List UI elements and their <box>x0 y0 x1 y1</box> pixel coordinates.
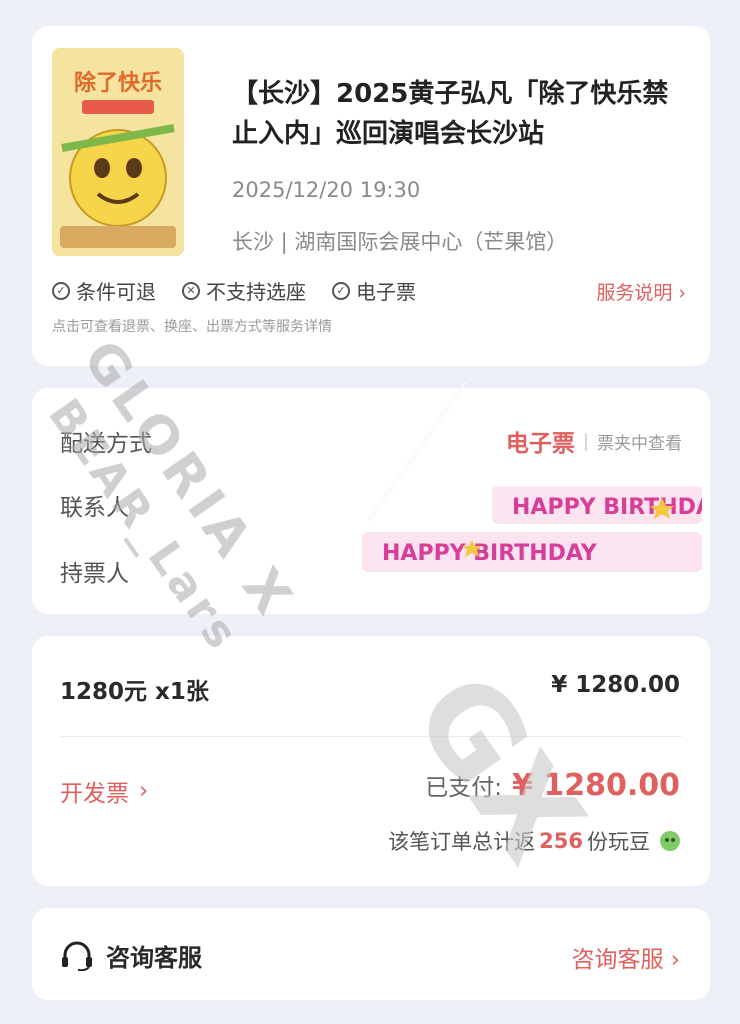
service-subtitle: 点击可查看退票、换座、出票方式等服务详情 <box>52 319 332 335</box>
delivery-method: 电子票 <box>505 431 575 457</box>
invoice-button[interactable]: 开发票 › <box>60 774 148 808</box>
headset-icon <box>62 941 92 971</box>
divider <box>60 736 682 737</box>
customer-service-title: 咨询客服 <box>60 938 202 973</box>
paid-label: 已支付: <box>425 775 503 801</box>
feature-refundable: ✓ 条件可退 <box>52 276 156 305</box>
beans-count: 256 <box>539 829 583 853</box>
chevron-right-icon: › <box>678 282 686 304</box>
customer-service-card[interactable]: 咨询客服 咨询客服 › <box>32 908 710 1000</box>
event-venue: 长沙 | 湖南国际会展中心（芒果馆） <box>232 230 568 254</box>
x-circle-icon: ✕ <box>182 281 200 300</box>
delivery-method-value[interactable]: 电子票 | 票夹中查看 <box>506 424 682 458</box>
event-title: 【长沙】2025黄子弘凡「除了快乐禁止入内」巡回演唱会长沙站 <box>232 79 669 149</box>
reward-beans: 该笔订单总计返 256 份玩豆 <box>388 826 680 856</box>
feature-no-seat-selection: ✕ 不支持选座 <box>182 276 306 305</box>
price-quantity: 1280元 x1张 <box>60 679 209 705</box>
ticket-holder-label: 持票人 <box>60 561 129 587</box>
delivery-card: 配送方式 电子票 | 票夹中查看 联系人 持票人 HAPPY BIRTHDAY … <box>32 388 710 614</box>
beans-suffix: 份玩豆 <box>587 830 650 854</box>
sticker-text-1: HAPPY BIRTHDAY <box>512 495 702 520</box>
check-circle-icon: ✓ <box>332 281 350 300</box>
feature-list: ✓ 条件可退 ✕ 不支持选座 ✓ 电子票 <box>52 276 416 305</box>
price-subtotal: ¥ 1280.00 <box>551 672 680 698</box>
beans-prefix: 该笔订单总计返 <box>388 830 536 854</box>
check-circle-icon: ✓ <box>52 281 70 300</box>
delivery-method-note: 票夹中查看 <box>597 433 682 454</box>
feature-label: 条件可退 <box>76 280 156 304</box>
service-link-label: 服务说明 <box>596 282 673 304</box>
event-poster: 除了快乐 <box>52 48 184 256</box>
paid-amount-row: 已支付: ¥ 1280.00 <box>425 768 680 803</box>
contact-label: 联系人 <box>60 495 129 521</box>
feature-label: 不支持选座 <box>206 280 306 304</box>
customer-service-label: 咨询客服 <box>106 944 202 972</box>
chevron-right-icon: › <box>670 947 680 973</box>
poster-illustration: 除了快乐 <box>52 48 184 256</box>
service-description-link[interactable]: 服务说明 › <box>596 278 686 305</box>
feature-label: 电子票 <box>356 280 416 304</box>
chevron-right-icon: › <box>139 778 149 804</box>
birthday-sticker-overlay: HAPPY BIRTHDAY HAPPY BIRTHDAY <box>362 478 702 578</box>
event-card[interactable]: 除了快乐 【长沙】2025黄子弘凡「除了快乐禁止入内」巡回演唱会长沙站 2025… <box>32 26 710 366</box>
invoice-label: 开发票 <box>60 781 129 807</box>
divider-bar: | <box>582 430 589 452</box>
svg-text:除了快乐: 除了快乐 <box>74 70 162 96</box>
birthday-sticker: HAPPY BIRTHDAY HAPPY BIRTHDAY <box>362 486 702 572</box>
feature-e-ticket: ✓ 电子票 <box>332 276 416 305</box>
sticker-text-2: HAPPY BIRTHDAY <box>382 541 598 566</box>
payment-card: 1280元 x1张 ¥ 1280.00 开发票 › 已支付: ¥ 1280.00… <box>32 636 710 886</box>
bean-mascot-icon <box>660 831 680 851</box>
customer-service-link-label: 咨询客服 <box>571 947 664 973</box>
delivery-method-label: 配送方式 <box>60 431 152 457</box>
paid-amount: ¥ 1280.00 <box>512 768 680 803</box>
customer-service-link[interactable]: 咨询客服 › <box>571 940 680 974</box>
event-datetime: 2025/12/20 19:30 <box>232 178 421 202</box>
